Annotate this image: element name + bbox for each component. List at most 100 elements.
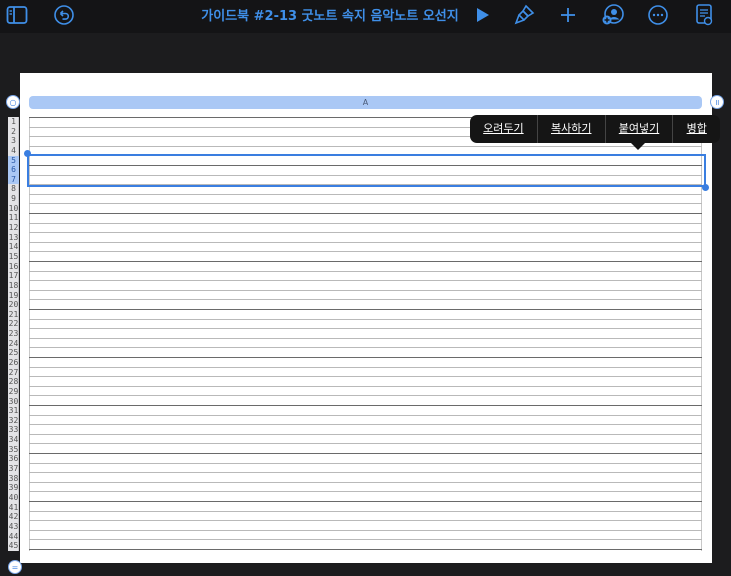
row-number[interactable]: 10: [8, 204, 19, 214]
collaborate-icon[interactable]: [600, 2, 626, 28]
row-number[interactable]: 41: [8, 503, 19, 513]
row-number[interactable]: 17: [8, 271, 19, 281]
staff-line: [29, 366, 702, 368]
staff-line: [29, 433, 702, 435]
copy-menu-item[interactable]: 복사하기: [538, 115, 606, 143]
row-number[interactable]: 13: [8, 233, 19, 243]
row-number[interactable]: 16: [8, 262, 19, 272]
staff-line: [29, 453, 702, 454]
play-icon[interactable]: [469, 2, 495, 28]
staff-line: [29, 481, 702, 483]
staff-line: [29, 443, 702, 445]
row-number[interactable]: 32: [8, 416, 19, 426]
row-resize-handle[interactable]: =: [8, 560, 22, 574]
row-number[interactable]: 26: [8, 358, 19, 368]
row-number[interactable]: 25: [8, 348, 19, 358]
row-number[interactable]: 22: [8, 319, 19, 329]
selection-handle-top[interactable]: [24, 150, 31, 157]
row-number[interactable]: 45: [8, 541, 19, 551]
row-number[interactable]: 7: [8, 174, 19, 185]
context-menu: 오려두기 복사하기 붙여넣기 병합: [470, 115, 720, 143]
row-number[interactable]: 31: [8, 406, 19, 416]
toolbar: 가이드북 #2-13 굿노트 속지 음악노트 오선지: [0, 0, 731, 33]
select-all-button[interactable]: ○: [6, 95, 20, 109]
staff-line: [29, 203, 702, 205]
row-number[interactable]: 12: [8, 223, 19, 233]
column-resize-handle[interactable]: ॥: [710, 95, 724, 109]
row-number[interactable]: 21: [8, 310, 19, 320]
paste-menu-item[interactable]: 붙여넣기: [606, 115, 674, 143]
staff-line: [29, 299, 702, 301]
row-number[interactable]: 27: [8, 368, 19, 378]
row-number[interactable]: 40: [8, 493, 19, 503]
staff-line: [29, 241, 702, 243]
staff-line: [29, 280, 702, 282]
row-number[interactable]: 43: [8, 522, 19, 532]
row-number[interactable]: 33: [8, 425, 19, 435]
row-number[interactable]: 42: [8, 512, 19, 522]
staff-line: [29, 309, 702, 310]
staff-line: [29, 222, 702, 224]
plus-icon[interactable]: [555, 2, 581, 28]
staff-line: [29, 357, 702, 358]
staff-line: [29, 318, 702, 320]
row-number[interactable]: 39: [8, 483, 19, 493]
staff-line: [29, 520, 702, 522]
row-number[interactable]: 28: [8, 377, 19, 387]
paintbrush-icon[interactable]: [511, 2, 537, 28]
staff-line: [29, 251, 702, 253]
row-number[interactable]: 34: [8, 435, 19, 445]
staff-line: [29, 529, 702, 531]
row-number[interactable]: 35: [8, 445, 19, 455]
row-number[interactable]: 11: [8, 213, 19, 223]
merge-menu-item[interactable]: 병합: [673, 115, 720, 143]
staff-line: [29, 213, 702, 214]
staff-line: [29, 193, 702, 195]
row-number[interactable]: 1: [8, 117, 19, 127]
row-number[interactable]: 44: [8, 532, 19, 542]
row-number[interactable]: 6: [8, 165, 19, 175]
staff-line: [29, 405, 702, 406]
row-number[interactable]: 8: [8, 184, 19, 194]
staff-line: [29, 376, 702, 378]
row-number[interactable]: 4: [8, 146, 19, 156]
staff-line: [29, 424, 702, 426]
selection-rectangle[interactable]: [27, 154, 706, 187]
sidebar-icon[interactable]: [4, 2, 30, 28]
staff-line: [29, 539, 702, 541]
row-number[interactable]: 20: [8, 300, 19, 310]
selection-handle-bottom[interactable]: [702, 184, 709, 191]
staff-line: [29, 328, 702, 330]
row-number[interactable]: 14: [8, 242, 19, 252]
undo-icon[interactable]: [51, 2, 77, 28]
row-number[interactable]: 2: [8, 127, 19, 137]
row-number[interactable]: 9: [8, 194, 19, 204]
staff-line: [29, 347, 702, 349]
document-icon[interactable]: [691, 2, 717, 28]
staff-line: [29, 385, 702, 387]
staff-line: [29, 491, 702, 493]
row-number[interactable]: 24: [8, 339, 19, 349]
row-number[interactable]: 30: [8, 397, 19, 407]
staff-line: [29, 232, 702, 234]
staff-line: [29, 501, 702, 502]
row-number[interactable]: 5: [8, 155, 19, 166]
row-number[interactable]: 38: [8, 474, 19, 484]
column-header-a[interactable]: A: [29, 96, 702, 109]
row-number[interactable]: 15: [8, 252, 19, 262]
staff-line: [29, 462, 702, 464]
row-number[interactable]: 23: [8, 329, 19, 339]
row-header-column[interactable]: 1 2 3 4 5 6 7 8 9 10 11 12 13 14 15 16 17 18 19 20 21 22 23 24 2…: [8, 117, 19, 551]
row-number[interactable]: 18: [8, 281, 19, 291]
row-number[interactable]: 19: [8, 291, 19, 301]
row-number[interactable]: 36: [8, 454, 19, 464]
more-icon[interactable]: [645, 2, 671, 28]
cut-menu-item[interactable]: 오려두기: [470, 115, 538, 143]
row-number[interactable]: 3: [8, 136, 19, 146]
row-number[interactable]: 29: [8, 387, 19, 397]
row-number[interactable]: 37: [8, 464, 19, 474]
staff-line: [29, 414, 702, 416]
staff-line: [29, 395, 702, 397]
staff-line: [29, 261, 702, 262]
staff-line: [29, 337, 702, 339]
